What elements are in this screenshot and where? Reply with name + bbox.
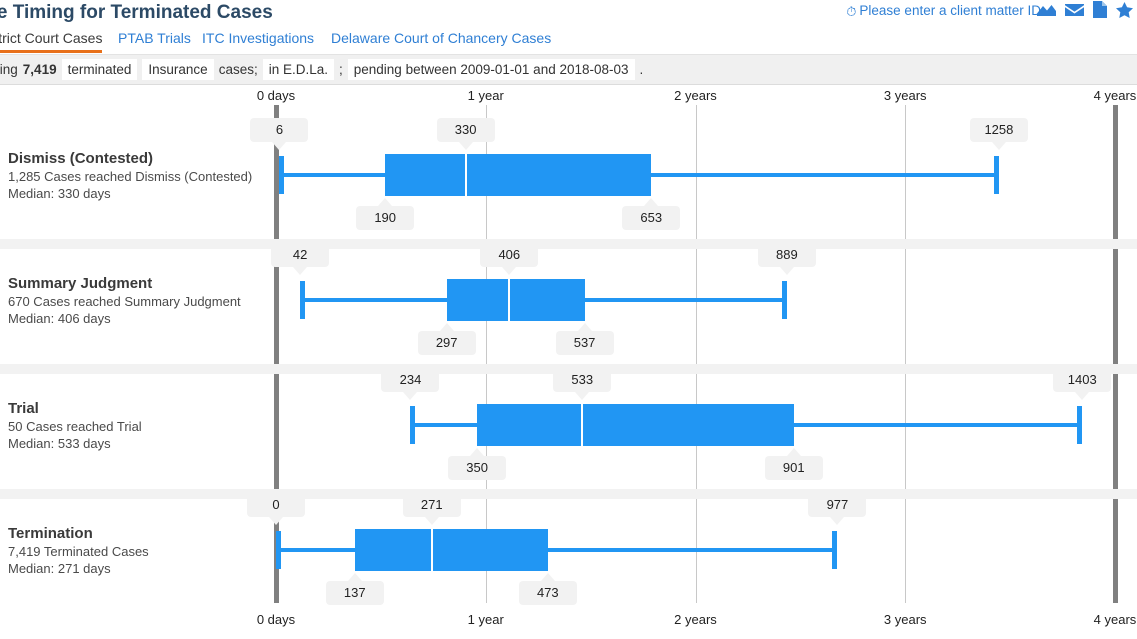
whisker-cap-min: [279, 156, 285, 194]
row-title: Dismiss (Contested): [8, 150, 154, 167]
header-icon-group: [1037, 1, 1133, 18]
axis-tick-label-top-0: 0 days: [256, 88, 296, 103]
tab-district-court-cases[interactable]: District Court Cases: [0, 30, 103, 53]
tab-ptab-trials[interactable]: PTAB Trials: [118, 30, 191, 46]
value-bubble-min: 42: [271, 243, 330, 275]
median-line: [430, 529, 433, 571]
area-chart-icon[interactable]: [1037, 2, 1056, 17]
row-case-count: 1,285 Cases reached Dismiss (Contested): [8, 169, 253, 184]
envelope-icon[interactable]: [1065, 3, 1084, 17]
filter-cases-word: cases;: [218, 62, 258, 77]
axis-tick-label-bottom-4: 4 years: [1093, 612, 1137, 627]
axis-tick-label-bottom-2: 2 years: [674, 612, 717, 627]
whisker-cap-min: [410, 406, 416, 444]
star-icon[interactable]: [1116, 1, 1133, 18]
axis-tick-label-bottom-3: 3 years: [883, 612, 927, 627]
filter-semicolon: ;: [339, 62, 343, 77]
value-bubble-q1: 137: [325, 573, 384, 605]
axis-tick-label-top-3: 3 years: [883, 88, 927, 103]
median-line: [464, 154, 467, 196]
axis-tick-label-top-1: 1 year: [467, 88, 504, 103]
tab-delaware-court-of-chancery-cases[interactable]: Delaware Court of Chancery Cases: [331, 30, 551, 46]
value-bubble-q3: 473: [518, 573, 577, 605]
clock-icon: ⏱: [846, 4, 857, 19]
client-matter-label: Please enter a client matter ID: [859, 3, 1041, 18]
value-bubble-median: 330: [436, 118, 495, 150]
axis-tick-label-bottom-1: 1 year: [467, 612, 504, 627]
row-median-text: Median: 271 days: [8, 561, 111, 576]
row-case-count: 50 Cases reached Trial: [8, 419, 142, 434]
row-title: Termination: [8, 525, 93, 542]
value-bubble-max: 889: [757, 243, 816, 275]
value-bubble-q1: 190: [356, 198, 415, 230]
client-matter-id-link[interactable]: ⏱ Please enter a client matter ID: [846, 3, 1041, 20]
filter-court-pill[interactable]: in E.D.La.: [262, 59, 334, 80]
value-bubble-min: 0: [247, 493, 305, 525]
whisker-cap-max: [832, 531, 838, 569]
row-label-summary-judgment: Summary Judgment 670 Cases reached Summar…: [8, 274, 270, 327]
row-separator: [0, 489, 1137, 499]
whisker-cap-min: [276, 531, 281, 569]
axis-tick-label-top-2: 2 years: [674, 88, 717, 103]
row-label-trial: Trial 50 Cases reached Trial Median: 533 d…: [8, 399, 270, 452]
filter-pending-prefix: pending between: [353, 62, 457, 77]
median-line: [508, 279, 511, 321]
whisker-cap-min: [300, 281, 306, 319]
tab-itc-investigations[interactable]: ITC Investigations: [202, 30, 314, 46]
filter-prefix: Showing: [0, 62, 18, 77]
gridline-4-years: [1113, 105, 1118, 603]
gridline-3-years: [905, 105, 907, 603]
box-plot-chart: 0 days 0 days 1 year 1 year 2 years 2 years 3 …: [0, 85, 1137, 638]
value-bubble-median: 271: [402, 493, 461, 525]
iqr-box[interactable]: [446, 279, 585, 321]
filter-period: .: [639, 62, 644, 77]
value-bubble-min: 234: [381, 368, 440, 400]
document-icon[interactable]: [1093, 1, 1107, 18]
row-title: Summary Judgment: [8, 275, 153, 292]
filter-practice-area-pill[interactable]: Insurance: [142, 59, 214, 80]
page-title: Case Timing for Terminated Cases: [0, 2, 273, 23]
tab-bar: District Court Cases PTAB Trials ITC Inves…: [0, 28, 1137, 55]
axis-tick-label-top-4: 4 years: [1093, 88, 1137, 103]
app-header: Case Timing for Terminated Cases ⏱Please…: [0, 0, 1137, 28]
value-bubble-q3: 537: [555, 323, 614, 355]
value-bubble-min: 6: [250, 118, 309, 150]
row-median-text: Median: 406 days: [8, 311, 111, 326]
filter-date-range: 2009-01-01 and 2018-08-03: [460, 62, 629, 77]
value-bubble-median: 533: [553, 368, 612, 400]
filter-date-pill[interactable]: pending between 2009-01-01 and 2018-08-0…: [347, 59, 635, 80]
row-median-text: Median: 533 days: [8, 436, 111, 451]
value-bubble-q3: 901: [764, 448, 823, 480]
row-title: Trial: [8, 400, 39, 417]
value-bubble-q3: 653: [622, 198, 681, 230]
iqr-box[interactable]: [385, 154, 652, 196]
value-bubble-q1: 297: [417, 323, 476, 355]
row-case-count: 7,419 Terminated Cases: [8, 544, 149, 559]
median-line: [581, 404, 584, 446]
filter-summary-bar: Showing 7,419 terminated Insurance cases…: [0, 55, 1137, 85]
value-bubble-q1: 350: [448, 448, 507, 480]
whisker-cap-max: [1077, 406, 1083, 444]
row-median-text: Median: 330 days: [8, 186, 111, 201]
filter-count: 7,419: [22, 62, 57, 77]
iqr-box[interactable]: [477, 404, 794, 446]
value-bubble-max: 1258: [969, 118, 1028, 150]
value-bubble-median: 406: [480, 243, 539, 275]
filter-status-pill[interactable]: terminated: [61, 59, 138, 80]
row-separator: [0, 239, 1137, 249]
whisker-cap-max: [781, 281, 787, 319]
gridline-2-years: [695, 105, 697, 603]
row-label-dismiss-contested: Dismiss (Contested) 1,285 Cases reached D…: [8, 149, 270, 202]
whisker-cap-max: [993, 156, 999, 194]
row-case-count: 670 Cases reached Summary Judgment: [8, 294, 241, 309]
gridline-0-days: [274, 105, 279, 603]
axis-tick-label-bottom-0: 0 days: [256, 612, 296, 627]
value-bubble-max: 977: [808, 493, 867, 525]
iqr-box[interactable]: [354, 529, 548, 571]
row-label-termination: Termination 7,419 Terminated Cases Median:…: [8, 524, 270, 577]
value-bubble-max: 1403: [1053, 368, 1112, 400]
